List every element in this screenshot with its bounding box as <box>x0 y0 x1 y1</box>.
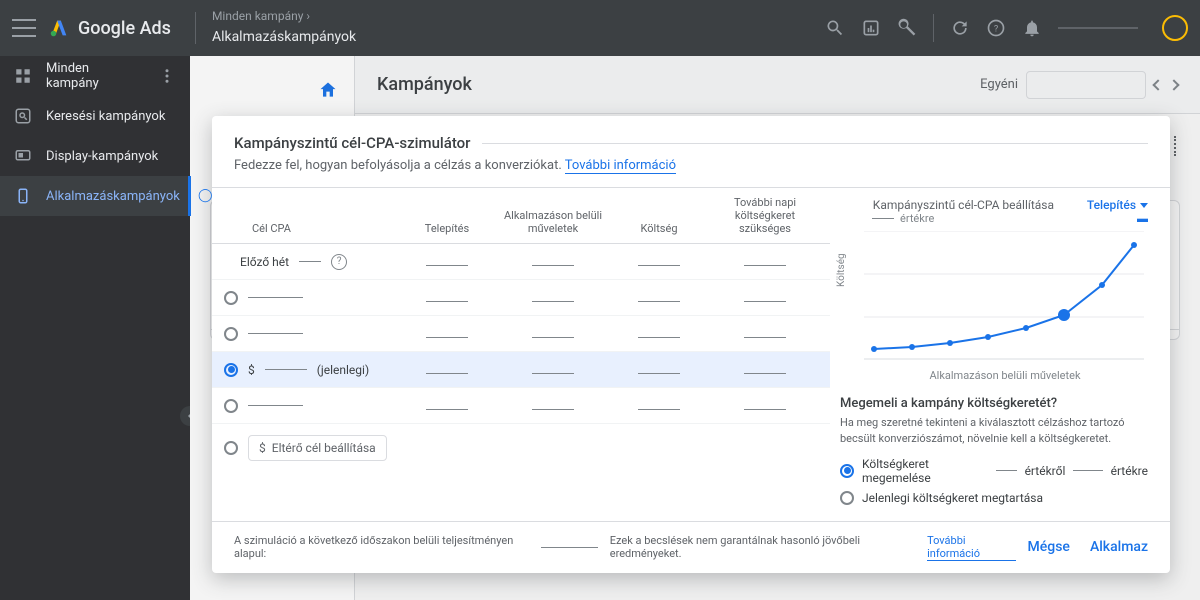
budget-option-increase[interactable]: Költségkeret megemelése értékről értékre <box>840 457 1148 485</box>
divider <box>933 14 934 42</box>
notifications-icon[interactable] <box>1022 18 1042 38</box>
radio[interactable] <box>840 491 854 505</box>
search-icon[interactable] <box>825 18 845 38</box>
refresh-icon[interactable] <box>950 18 970 38</box>
avatar[interactable] <box>1162 15 1188 41</box>
radio[interactable] <box>224 441 238 455</box>
currency-symbol: $ <box>248 363 255 377</box>
account-placeholder <box>1058 27 1138 29</box>
apply-button[interactable]: Alkalmaz <box>1090 539 1148 555</box>
svg-text:?: ? <box>994 24 998 34</box>
table-row[interactable] <box>212 388 830 424</box>
sidebar-item-label: Display-kampányok <box>46 149 158 164</box>
more-icon[interactable] <box>158 67 176 85</box>
custom-target-row[interactable]: $ Eltérő cél beállítása <box>212 424 830 472</box>
radio[interactable] <box>224 399 238 413</box>
col-installs: Telepítés <box>394 222 500 235</box>
chart-title: Kampányszintű cél-CPA beállítása <box>873 198 1054 212</box>
display-icon <box>14 147 32 165</box>
metric-dropdown[interactable]: Telepítés <box>1087 198 1148 212</box>
prev-week-row: Előző hét ? <box>212 244 830 280</box>
custom-target-input[interactable]: $ Eltérő cél beállítása <box>248 435 387 461</box>
col-inapp: Alkalmazáson belüli műveletek <box>500 209 606 235</box>
simulator-side-panel: Kampányszintű cél-CPA beállítása Telepít… <box>830 188 1170 521</box>
grid-icon <box>14 67 32 85</box>
current-label: (jelenlegi) <box>317 363 369 377</box>
breadcrumb-parent[interactable]: Minden kampány › <box>212 7 356 26</box>
sidebar: Minden kampány Keresési kampányok Displa… <box>0 56 190 600</box>
learn-more-link[interactable]: További információ <box>565 158 676 174</box>
google-ads-logo-icon <box>48 17 70 39</box>
sidebar-item-display[interactable]: Display-kampányok <box>0 136 190 176</box>
divider <box>195 12 196 44</box>
help-icon[interactable]: ? <box>331 254 347 270</box>
sidebar-item-search[interactable]: Keresési kampányok <box>0 96 190 136</box>
col-target-cpa: Cél CPA <box>224 222 394 235</box>
footer-learn-more-link[interactable]: További információ <box>927 534 1015 561</box>
col-cost: Költség <box>606 222 712 235</box>
modal-title: Kampányszintű cél-CPA-szimulátor <box>234 134 470 152</box>
chart: Költség <box>840 231 1148 371</box>
budget-heading: Megemeli a kampány költségkeretét? <box>840 396 1148 411</box>
active-indicator <box>188 176 191 216</box>
modal-subtitle: Fedezze fel, hogyan befolyásolja a célzá… <box>234 158 565 173</box>
modal-footer: A szimuláció a következő időszakon belül… <box>212 521 1170 573</box>
product-name: Google Ads <box>78 18 171 39</box>
search-campaign-icon <box>14 107 32 125</box>
reports-icon[interactable] <box>861 18 881 38</box>
col-budget-needed: További napi költségkeret szükséges <box>712 196 818 235</box>
prev-week-label: Előző hét <box>240 255 289 269</box>
cpa-simulator-modal: Kampányszintű cél-CPA-szimulátor Fedezze… <box>212 116 1170 573</box>
table-row-current[interactable]: $ (jelenlegi) <box>212 352 830 388</box>
help-icon[interactable]: ? <box>986 18 1006 38</box>
chart-subtitle: értékre <box>900 212 934 225</box>
table-row[interactable] <box>212 280 830 316</box>
radio[interactable] <box>840 464 854 478</box>
sidebar-item-label: Alkalmazáskampányok <box>46 189 180 204</box>
sidebar-item-label: Minden kampány <box>46 61 144 91</box>
breadcrumb[interactable]: Minden kampány › Alkalmazáskampányok <box>212 7 356 49</box>
tools-icon[interactable] <box>897 18 917 38</box>
budget-section: Megemeli a kampány költségkeretét? Ha me… <box>840 396 1148 505</box>
divider <box>482 143 1148 144</box>
sidebar-item-label: Keresési kampányok <box>46 109 165 124</box>
footer-text-1: A szimuláció a következő időszakon belül… <box>234 534 529 560</box>
breadcrumb-current[interactable]: Alkalmazáskampányok <box>212 26 356 48</box>
app-icon <box>14 187 32 205</box>
radio[interactable] <box>224 363 238 377</box>
sidebar-item-all-campaigns[interactable]: Minden kampány <box>0 56 190 96</box>
budget-desc: Ha meg szeretné tekinteni a kiválasztott… <box>840 415 1148 447</box>
sidebar-item-app[interactable]: Alkalmazáskampányok <box>0 176 190 216</box>
footer-text-2: Ezek a becslések nem garantálnak hasonló… <box>610 534 915 560</box>
hamburger-icon[interactable] <box>12 19 36 37</box>
radio[interactable] <box>224 327 238 341</box>
chart-ylabel: Költség <box>836 253 847 287</box>
app-header: Google Ads Minden kampány › Alkalmazáska… <box>0 0 1200 56</box>
cancel-button[interactable]: Mégse <box>1028 539 1070 555</box>
radio[interactable] <box>224 291 238 305</box>
nav-active-indicator: ◯ <box>190 188 206 203</box>
budget-option-keep[interactable]: Jelenlegi költségkeret megtartása <box>840 491 1148 505</box>
header-actions: ? <box>825 14 1188 42</box>
simulator-table: Cél CPA Telepítés Alkalmazáson belüli mű… <box>212 188 830 521</box>
table-header: Cél CPA Telepítés Alkalmazáson belüli mű… <box>212 188 830 244</box>
table-row[interactable] <box>212 316 830 352</box>
